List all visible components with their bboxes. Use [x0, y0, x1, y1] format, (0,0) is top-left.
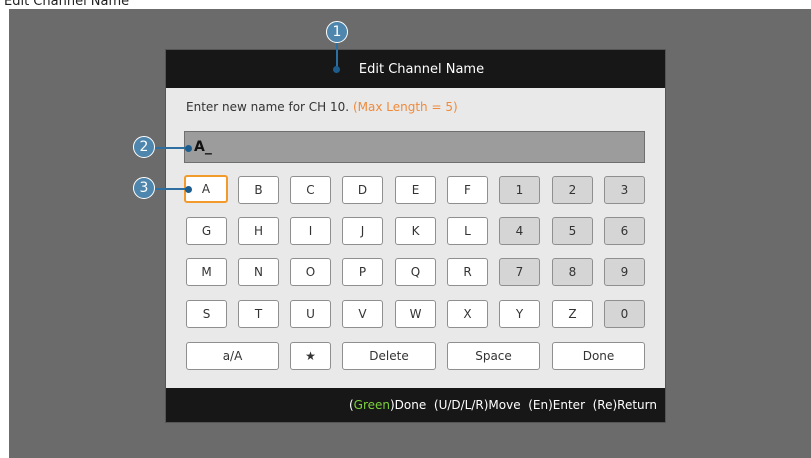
key-v[interactable]: V: [342, 300, 383, 328]
instruction-label: Enter new name for CH 10.: [186, 100, 350, 114]
key-u[interactable]: U: [290, 300, 331, 328]
callout-marker-1: 1: [326, 21, 348, 43]
key-6[interactable]: 6: [604, 217, 645, 245]
page-caption: Edit Channel Name: [4, 0, 130, 9]
key-p[interactable]: P: [342, 258, 383, 286]
dialog-header: Edit Channel Name: [166, 50, 665, 88]
key-w[interactable]: W: [395, 300, 436, 328]
callout-3-leader: [152, 188, 188, 190]
callout-1-dot: [333, 66, 340, 73]
key-k[interactable]: K: [395, 217, 436, 245]
key-9[interactable]: 9: [604, 258, 645, 286]
callout-2-leader: [152, 147, 188, 149]
key-r[interactable]: R: [447, 258, 488, 286]
space-button[interactable]: Space: [447, 342, 540, 370]
key-3[interactable]: 3: [604, 176, 645, 204]
callout-2-dot: [185, 145, 192, 152]
key-d[interactable]: D: [342, 176, 383, 204]
channel-name-field[interactable]: A_: [184, 131, 645, 163]
key-x[interactable]: X: [447, 300, 488, 328]
key-7[interactable]: 7: [499, 258, 540, 286]
done-button[interactable]: Done: [552, 342, 645, 370]
key-e[interactable]: E: [395, 176, 436, 204]
max-length-note: (Max Length = 5): [352, 100, 458, 114]
footer-hints: (U/D/L/R)Move (En)Enter (Re)Return: [433, 398, 657, 412]
key-0[interactable]: 0: [604, 300, 645, 328]
footer-green-label: Green: [353, 398, 390, 412]
callout-3-dot: [185, 186, 192, 193]
key-m[interactable]: M: [186, 258, 227, 286]
key-h[interactable]: H: [238, 217, 279, 245]
key-2[interactable]: 2: [552, 176, 593, 204]
callout-marker-3: 3: [133, 177, 155, 199]
key-y[interactable]: Y: [499, 300, 540, 328]
key-j[interactable]: J: [342, 217, 383, 245]
key-z[interactable]: Z: [552, 300, 593, 328]
key-f[interactable]: F: [447, 176, 488, 204]
key-b[interactable]: B: [238, 176, 279, 204]
key-s[interactable]: S: [186, 300, 227, 328]
key-g[interactable]: G: [186, 217, 227, 245]
key-c[interactable]: C: [290, 176, 331, 204]
key-8[interactable]: 8: [552, 258, 593, 286]
key-4[interactable]: 4: [499, 217, 540, 245]
footer-spacer: [426, 398, 434, 412]
key-l[interactable]: L: [447, 217, 488, 245]
key-q[interactable]: Q: [395, 258, 436, 286]
callout-1-leader: [336, 40, 338, 68]
star-key[interactable]: ★: [290, 342, 331, 370]
footer-done-hint: )Done: [389, 398, 427, 412]
key-n[interactable]: N: [238, 258, 279, 286]
delete-button[interactable]: Delete: [342, 342, 436, 370]
instruction-text: Enter new name for CH 10. (Max Length = …: [186, 100, 458, 114]
key-o[interactable]: O: [290, 258, 331, 286]
callout-marker-2: 2: [133, 136, 155, 158]
case-toggle-button[interactable]: a/A: [186, 342, 279, 370]
dialog-title: Edit Channel Name: [358, 61, 485, 77]
key-1[interactable]: 1: [499, 176, 540, 204]
edit-channel-name-dialog: Edit Channel Name Enter new name for CH …: [166, 50, 665, 422]
key-t[interactable]: T: [238, 300, 279, 328]
key-5[interactable]: 5: [552, 217, 593, 245]
dialog-footer: (Green)Done (U/D/L/R)Move (En)Enter (Re)…: [166, 388, 665, 422]
key-i[interactable]: I: [290, 217, 331, 245]
